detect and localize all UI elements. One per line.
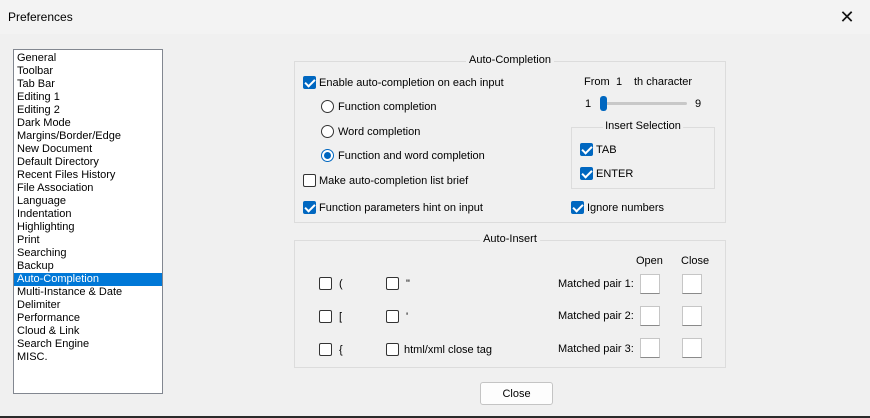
from-label: From (584, 76, 610, 88)
checkbox-box[interactable] (580, 167, 593, 180)
enter-label: ENTER (596, 167, 634, 180)
category-item[interactable]: File Association (14, 182, 162, 195)
category-item[interactable]: Language (14, 195, 162, 208)
function-completion-radio[interactable]: Function completion (321, 100, 436, 113)
matched-pair-3-open-input[interactable] (640, 338, 660, 358)
category-item[interactable]: Auto-Completion (14, 273, 162, 286)
checkbox-box[interactable] (303, 174, 316, 187)
category-item[interactable]: Backup (14, 260, 162, 273)
matched-pair-2-open-input[interactable] (640, 306, 660, 326)
category-item[interactable]: Searching (14, 247, 162, 260)
checkbox-box[interactable] (386, 310, 399, 323)
bracket-checkbox[interactable]: [ (319, 310, 342, 323)
auto-completion-legend: Auto-Completion (466, 54, 554, 66)
function-completion-label: Function completion (338, 100, 437, 113)
params-hint-label: Function parameters hint on input (319, 201, 483, 214)
brace-label: { (339, 343, 343, 356)
category-list[interactable]: General Toolbar Tab Bar Editing 1 Editing 2D… (13, 49, 163, 394)
checkbox-box[interactable] (580, 143, 593, 156)
html-close-tag-checkbox[interactable]: html/xml close tag (386, 343, 492, 356)
category-item[interactable]: Dark Mode (14, 117, 162, 130)
paren-label: ( (339, 277, 343, 290)
bracket-label: [ (339, 310, 343, 323)
matched-pair-3-label: Matched pair 3: (558, 343, 634, 355)
params-hint-checkbox[interactable]: Function parameters hint on input (303, 201, 483, 214)
category-item[interactable]: Performance (14, 312, 162, 325)
tab-label: TAB (596, 143, 617, 156)
category-item[interactable]: Highlighting (14, 221, 162, 234)
category-item[interactable]: MISC. (14, 351, 162, 364)
character-slider-track[interactable] (601, 102, 687, 105)
character-slider-thumb[interactable] (600, 96, 607, 111)
word-completion-label: Word completion (338, 125, 421, 138)
enable-auto-completion-checkbox[interactable]: Enable auto-completion on each input (303, 76, 504, 89)
function-word-completion-radio[interactable]: Function and word completion (321, 149, 485, 162)
close-column-label: Close (681, 255, 710, 267)
ignore-numbers-label: Ignore numbers (587, 201, 665, 214)
category-item[interactable]: Recent Files History (14, 169, 162, 182)
window-title: Preferences (8, 10, 73, 24)
double-quote-checkbox[interactable]: " (386, 277, 410, 290)
preferences-dialog: General Toolbar Tab Bar Editing 1 Editing 2D… (0, 34, 870, 418)
category-item[interactable]: Editing 2 (14, 104, 162, 117)
category-item[interactable]: Search Engine (14, 338, 162, 351)
html-close-tag-label: html/xml close tag (404, 343, 493, 356)
category-item[interactable]: Multi-Instance & Date (14, 286, 162, 299)
auto-insert-legend: Auto-Insert (480, 233, 540, 245)
enable-auto-completion-label: Enable auto-completion on each input (319, 76, 504, 89)
category-item[interactable]: Cloud & Link (14, 325, 162, 338)
matched-pair-2-close-input[interactable] (682, 306, 702, 326)
category-item[interactable]: Print (14, 234, 162, 247)
checkbox-box[interactable] (303, 201, 316, 214)
matched-pair-1-close-input[interactable] (682, 274, 702, 294)
checkbox-box[interactable] (386, 277, 399, 290)
category-item[interactable]: Delimiter (14, 299, 162, 312)
matched-pair-1-open-input[interactable] (640, 274, 660, 294)
category-item[interactable]: Tab Bar (14, 78, 162, 91)
slider-min-label: 1 (585, 98, 592, 110)
category-item[interactable]: Indentation (14, 208, 162, 221)
checkbox-box[interactable] (571, 201, 584, 214)
checkbox-box[interactable] (386, 343, 399, 356)
category-item[interactable]: Editing 1 (14, 91, 162, 104)
single-quote-checkbox[interactable]: ' (386, 310, 408, 323)
tab-checkbox[interactable]: TAB (580, 143, 617, 156)
matched-pair-2-label: Matched pair 2: (558, 310, 634, 322)
category-item[interactable]: General (14, 52, 162, 65)
radio-circle[interactable] (321, 125, 334, 138)
brace-checkbox[interactable]: { (319, 343, 343, 356)
radio-circle[interactable] (321, 100, 334, 113)
enter-checkbox[interactable]: ENTER (580, 167, 633, 180)
double-quote-label: " (406, 277, 410, 290)
checkbox-box[interactable] (319, 310, 332, 323)
ignore-numbers-checkbox[interactable]: Ignore numbers (571, 201, 664, 214)
category-item[interactable]: New Document (14, 143, 162, 156)
close-window-icon[interactable]: ✕ (824, 0, 870, 34)
checkbox-box[interactable] (303, 76, 316, 89)
brief-list-label: Make auto-completion list brief (319, 174, 469, 187)
th-character-label: th character (634, 76, 693, 88)
title-bar: Preferences ✕ (0, 0, 870, 34)
insert-selection-legend: Insert Selection (603, 120, 683, 132)
checkbox-box[interactable] (319, 277, 332, 290)
checkbox-box[interactable] (319, 343, 332, 356)
paren-checkbox[interactable]: ( (319, 277, 343, 290)
category-item[interactable]: Toolbar (14, 65, 162, 78)
single-quote-label: ' (406, 310, 409, 323)
radio-circle[interactable] (321, 149, 334, 162)
from-value[interactable]: 1 (616, 76, 622, 88)
slider-max-label: 9 (695, 98, 702, 110)
matched-pair-3-close-input[interactable] (682, 338, 702, 358)
open-column-label: Open (636, 255, 663, 267)
word-completion-radio[interactable]: Word completion (321, 125, 420, 138)
close-button[interactable]: Close (480, 382, 553, 405)
matched-pair-1-label: Matched pair 1: (558, 278, 634, 290)
function-word-completion-label: Function and word completion (338, 149, 485, 162)
brief-list-checkbox[interactable]: Make auto-completion list brief (303, 174, 468, 187)
category-item[interactable]: Default Directory (14, 156, 162, 169)
category-item[interactable]: Margins/Border/Edge (14, 130, 162, 143)
